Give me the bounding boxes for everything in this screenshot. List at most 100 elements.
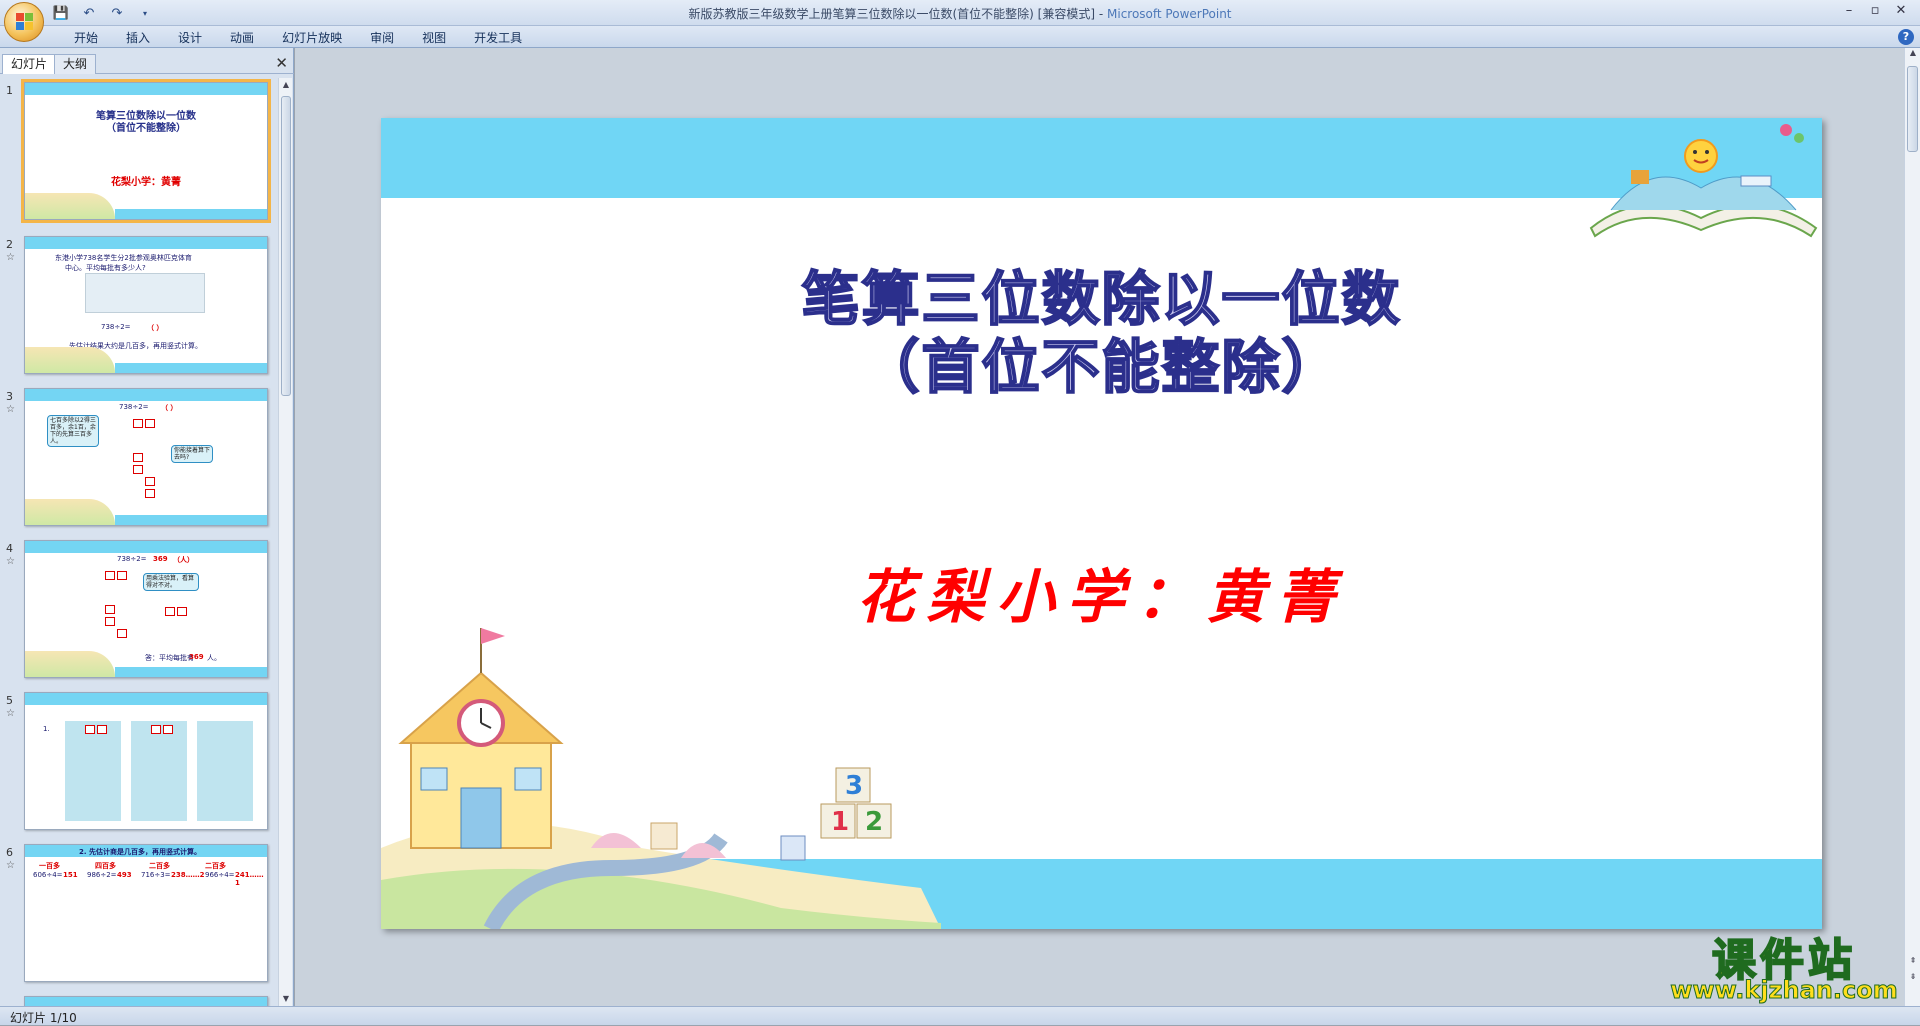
thumb-number: 2 — [6, 238, 13, 251]
thumb-number: 6 — [6, 846, 13, 859]
thumb-text: 966÷4= — [205, 871, 235, 879]
digit-cell — [105, 617, 115, 626]
thumb-bubble: 七百多除以2得三百多，余1百，余下的先算三百多人。 — [47, 415, 99, 447]
thumb-text: 1. — [43, 725, 50, 733]
slide-thumbnail-3[interactable]: 738÷2= （ ） 七百多除以2得三百多，余1百，余下的先算三百多人。 你能接… — [24, 388, 268, 526]
slide-thumbnail-6[interactable]: 2. 先估计商是几百多，再用竖式计算。 一百多 四百多 二百多 二百多 606÷… — [24, 844, 268, 982]
thumb-band — [25, 997, 267, 1006]
pane-close-icon[interactable]: ✕ — [275, 54, 288, 72]
thumb-band — [25, 541, 267, 553]
animation-star-icon: ☆ — [6, 404, 15, 415]
slides-pane: 幻灯片 大纲 ✕ 1 笔算三位数除以一位数 （首位不能整除） 花梨小学：黄菁 2… — [0, 48, 294, 1006]
thumb-text: 238……2 — [171, 871, 205, 879]
window-controls: – ▫ ✕ — [1836, 1, 1914, 23]
animation-star-icon: ☆ — [6, 708, 15, 719]
tab-view[interactable]: 视图 — [408, 29, 460, 47]
thumb-decoration — [25, 499, 115, 525]
thumb-band — [25, 83, 267, 95]
svg-text:1: 1 — [831, 807, 849, 837]
thumb-text: 493 — [117, 871, 132, 879]
book-illustration — [1589, 124, 1818, 238]
thumb-band — [25, 389, 267, 401]
animation-star-icon: ☆ — [6, 860, 15, 871]
digit-cell — [133, 419, 143, 428]
maximize-icon[interactable]: ▫ — [1862, 1, 1888, 23]
slide-thumbnail-4[interactable]: 738÷2= 369 （人） 用乘法验算，看算得对不对。 答：平均每批有 369… — [24, 540, 268, 678]
thumb-bottom-band — [115, 363, 267, 373]
tab-developer[interactable]: 开发工具 — [460, 29, 536, 47]
tab-animations[interactable]: 动画 — [216, 29, 268, 47]
prev-slide-icon[interactable]: ⇞ — [1905, 956, 1920, 970]
thumb-text: 二百多 — [205, 862, 226, 870]
thumb-number: 5 — [6, 694, 13, 707]
slide-thumbnail-2[interactable]: 东港小学738名学生分2批参观奥林匹克体育 中心。平均每批有多少人? 738÷2… — [24, 236, 268, 374]
thumb-decoration — [25, 193, 115, 219]
thumb-bottom-band — [115, 667, 267, 677]
help-icon[interactable]: ? — [1898, 29, 1914, 45]
thumb-text: （ ） — [161, 404, 178, 412]
tab-insert[interactable]: 插入 — [112, 29, 164, 47]
thumb-text: 369 — [189, 653, 204, 661]
next-slide-icon[interactable]: ⇟ — [1905, 972, 1920, 986]
thumb-text: （ ） — [147, 324, 164, 332]
thumb-number: 4 — [6, 542, 13, 555]
thumb-bubble: 你能接着算下去吗? — [171, 445, 213, 463]
exercise-panel — [197, 721, 253, 821]
slide-subtitle[interactable]: （首位不能整除） — [381, 320, 1822, 404]
scroll-up-icon[interactable]: ▲ — [279, 78, 293, 92]
scroll-down-icon[interactable]: ▼ — [279, 992, 293, 1006]
thumb-text: 241……1 — [235, 871, 264, 887]
digit-cell — [151, 725, 161, 734]
exercise-panel — [65, 721, 121, 821]
thumbnail-list: 1 笔算三位数除以一位数 （首位不能整除） 花梨小学：黄菁 2 ☆ 东港小学73… — [0, 78, 278, 1006]
digit-cell — [177, 607, 187, 616]
thumb-band — [25, 237, 267, 249]
thumb-text: 369 — [153, 555, 168, 563]
thumb-band — [25, 693, 267, 705]
thumb-text: 中心。平均每批有多少人? — [65, 264, 146, 272]
scroll-thumb[interactable] — [1907, 66, 1918, 152]
title-bar: 💾 ↶ ↷ ▾ 新版苏教版三年级数学上册笔算三位数除以一位数(首位不能整除) [… — [0, 0, 1920, 26]
thumb-text: 738÷2= — [101, 323, 131, 331]
main-scrollbar[interactable]: ▲ ⇞ ⇟ — [1904, 48, 1920, 1006]
current-slide[interactable]: 笔算三位数除以一位数 （首位不能整除） 花梨小学：黄菁 3 1 2 — [381, 118, 1822, 929]
minimize-icon[interactable]: – — [1836, 1, 1862, 23]
digit-cell — [117, 571, 127, 580]
thumb-text: 人。 — [207, 654, 221, 662]
scroll-thumb[interactable] — [281, 96, 291, 396]
thumb-text: 716÷3= — [141, 871, 171, 879]
tab-design[interactable]: 设计 — [164, 29, 216, 47]
tab-review[interactable]: 审阅 — [356, 29, 408, 47]
thumb-text: 一百多 — [39, 862, 60, 870]
digit-cell — [85, 725, 95, 734]
thumb-text: 606÷4= — [33, 871, 63, 879]
slide-thumbnail-7[interactable] — [24, 996, 268, 1006]
tab-slideshow[interactable]: 幻灯片放映 — [268, 29, 356, 47]
tab-home[interactable]: 开始 — [60, 29, 112, 47]
slide-thumbnail-5[interactable]: 1. — [24, 692, 268, 830]
tab-outline[interactable]: 大纲 — [54, 54, 97, 74]
digit-cell — [145, 477, 155, 486]
watermark-url: www.kjzhan.com — [1670, 976, 1898, 1005]
close-icon[interactable]: ✕ — [1888, 1, 1914, 23]
watermark-logo: 课件站 www.kjzhan.com — [1668, 924, 1900, 1010]
ribbon: 开始 插入 设计 动画 幻灯片放映 审阅 视图 开发工具 ? — [0, 26, 1920, 48]
thumb-text: 738÷2= — [117, 555, 147, 563]
thumb-number: 1 — [6, 84, 13, 97]
digit-cell — [165, 607, 175, 616]
digit-cell — [133, 453, 143, 462]
office-button[interactable] — [4, 2, 44, 42]
svg-text:2: 2 — [865, 807, 883, 837]
thumb-text: 151 — [63, 871, 78, 879]
app-name: Microsoft PowerPoint — [1107, 7, 1232, 21]
thumb-author: 花梨小学：黄菁 — [111, 177, 181, 188]
ribbon-tabs: 开始 插入 设计 动画 幻灯片放映 审阅 视图 开发工具 — [60, 29, 536, 47]
thumb-text: 986÷2= — [87, 871, 117, 879]
digit-cell — [163, 725, 173, 734]
slide-thumbnail-1[interactable]: 笔算三位数除以一位数 （首位不能整除） 花梨小学：黄菁 — [21, 79, 271, 223]
digit-cell — [97, 725, 107, 734]
thumbnail-scrollbar[interactable]: ▲ ▼ — [278, 78, 292, 1006]
digit-cell — [105, 571, 115, 580]
scroll-up-icon[interactable]: ▲ — [1905, 48, 1920, 62]
tab-slides[interactable]: 幻灯片 — [2, 54, 57, 74]
